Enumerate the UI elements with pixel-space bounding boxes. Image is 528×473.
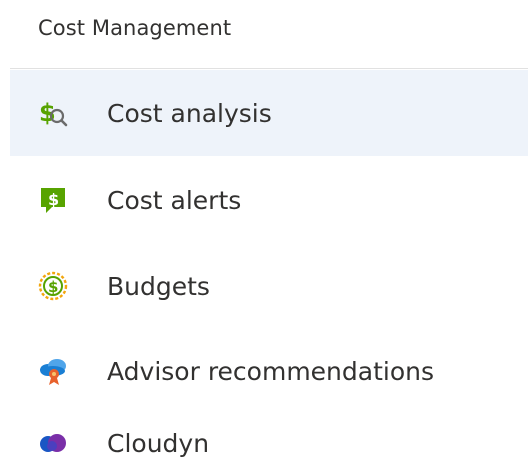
menu-item-cost-analysis[interactable]: $ Cost analysis xyxy=(10,70,528,156)
divider xyxy=(10,68,528,69)
menu-item-label: Cloudyn xyxy=(107,428,210,458)
advisor-recommendations-icon xyxy=(36,354,70,388)
budgets-icon: $ xyxy=(36,269,70,303)
cloudyn-icon xyxy=(36,426,70,460)
svg-text:$: $ xyxy=(39,99,56,127)
cost-analysis-icon: $ xyxy=(36,96,70,130)
menu-item-budgets[interactable]: $ Budgets xyxy=(10,243,528,329)
menu-item-label: Budgets xyxy=(107,271,210,301)
svg-text:$: $ xyxy=(48,190,59,209)
svg-text:$: $ xyxy=(48,278,58,296)
menu-item-cloudyn[interactable]: Cloudyn xyxy=(10,400,528,473)
cost-alerts-icon: $ xyxy=(36,183,70,217)
menu-item-label: Cost alerts xyxy=(107,185,242,215)
menu-item-label: Advisor recommendations xyxy=(107,356,435,386)
section-header: Cost Management xyxy=(38,16,232,40)
cost-management-panel: Cost Management $ Cost analysis $ Cost a… xyxy=(0,0,528,473)
menu-item-cost-alerts[interactable]: $ Cost alerts xyxy=(10,157,528,243)
menu-item-label: Cost analysis xyxy=(107,98,272,128)
